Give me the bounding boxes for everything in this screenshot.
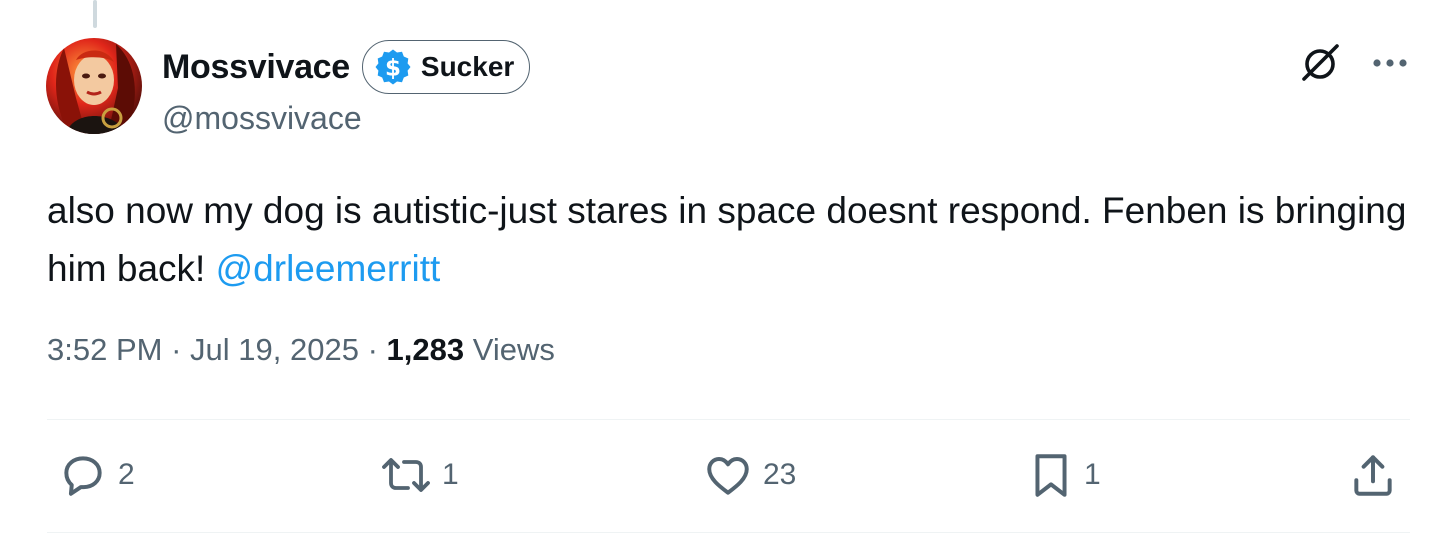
repost-count: 1 [442,458,459,491]
grok-icon[interactable] [1300,42,1342,84]
repost-button[interactable]: 1 [380,450,459,500]
thread-connector-line [93,0,97,28]
mention-link[interactable]: @drleemerritt [216,248,441,289]
share-icon [1348,450,1398,500]
tweet-text: also now my dog is autistic-just stares … [47,182,1427,298]
tweet-time: 3:52 PM [47,332,163,367]
like-count: 23 [763,458,797,491]
views-label: Views [472,332,555,367]
views-count: 1,283 [386,332,465,367]
bookmark-icon [1028,450,1074,500]
subscription-badge[interactable]: $ Sucker [361,40,531,94]
meta-separator: · [171,332,182,367]
badge-label: Sucker [420,51,515,82]
reply-count: 2 [118,458,135,491]
divider [47,419,1410,420]
svg-text:$: $ [385,56,401,82]
reply-icon [58,450,108,500]
repost-icon [380,450,432,500]
dollar-badge-icon: $ [374,48,412,86]
avatar[interactable] [46,38,142,134]
reply-button[interactable]: 2 [58,450,135,500]
like-button[interactable]: 23 [703,450,796,500]
author-handle[interactable]: @mossvivace [162,100,362,137]
author-name-row: Mossvivace $ Sucker [162,38,531,96]
like-icon [703,450,753,500]
bookmark-button[interactable]: 1 [1028,450,1101,500]
tweet-date: Jul 19, 2025 [190,332,359,367]
top-actions [1300,42,1408,84]
share-button[interactable] [1348,450,1398,500]
bookmark-count: 1 [1084,458,1101,491]
tweet-timestamp[interactable]: 3:52 PM · Jul 19, 2025 [47,332,359,367]
divider [47,532,1410,533]
meta-separator: · [367,332,378,367]
more-icon[interactable] [1372,57,1408,69]
author-display-name[interactable]: Mossvivace [162,48,350,87]
tweet-meta: 3:52 PM · Jul 19, 2025 · 1,283 Views [47,332,555,368]
